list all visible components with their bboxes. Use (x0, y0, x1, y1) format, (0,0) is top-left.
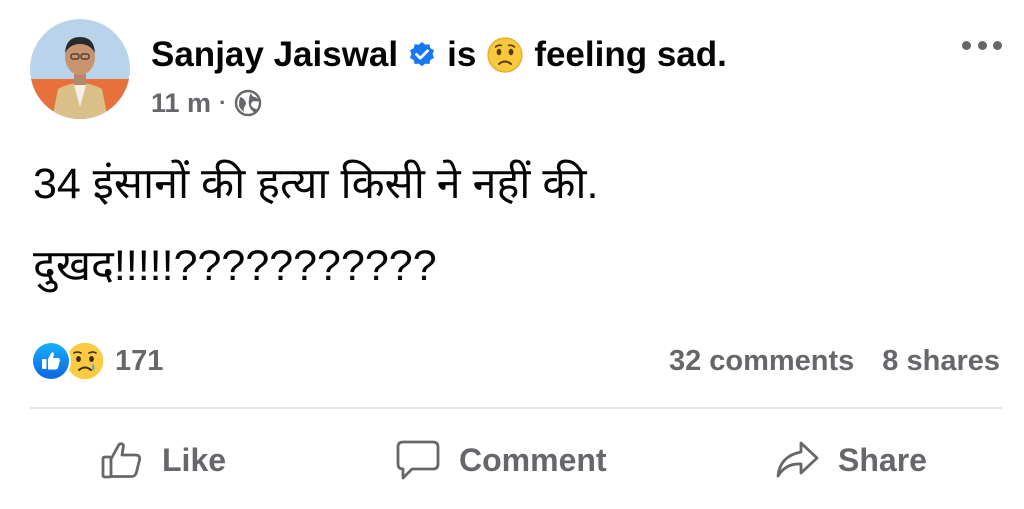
post-text-line: 34 इंसानों की हत्या किसी ने नहीं की. (33, 160, 599, 208)
comment-label: Comment (459, 441, 607, 478)
reaction-count: 171 (115, 344, 164, 377)
share-button[interactable]: Share (774, 430, 927, 490)
share-arrow-icon (774, 438, 820, 482)
post-timestamp[interactable]: 11 m (151, 88, 211, 119)
post-meta: 11 m · (151, 86, 262, 120)
sad-face-icon (486, 36, 524, 74)
more-dot (962, 40, 971, 50)
thumbs-up-icon (100, 438, 144, 482)
like-button[interactable]: Like (100, 430, 226, 490)
comments-count[interactable]: 32 comments (669, 345, 854, 378)
like-reaction-icon (31, 341, 71, 381)
comment-button[interactable]: Comment (395, 430, 607, 490)
globe-icon[interactable] (234, 89, 262, 117)
engagement-counts: 32 comments 8 shares (669, 339, 1000, 383)
divider (30, 407, 1002, 409)
status-is-text: is (447, 35, 477, 74)
post-actions: Like Comment Share (0, 430, 1024, 490)
post-text-line: दुखद!!!!!??????????? (33, 242, 437, 290)
shares-count[interactable]: 8 shares (882, 345, 1000, 378)
share-label: Share (838, 441, 927, 478)
avatar-image (30, 19, 130, 119)
meta-separator: · (219, 90, 227, 115)
comment-bubble-icon (395, 438, 441, 482)
more-dot (993, 40, 1002, 50)
feeling-text[interactable]: feeling sad. (534, 35, 727, 75)
more-options-icon[interactable] (960, 34, 1004, 56)
verified-badge-icon (408, 41, 436, 69)
post-text: 34 इंसानों की हत्या किसी ने नहीं की. दुख… (33, 143, 993, 307)
author-name[interactable]: Sanjay Jaiswal (151, 35, 398, 75)
more-dot (977, 40, 987, 50)
sad-reaction-icon (65, 341, 105, 381)
post-header: Sanjay Jaiswal is feeling sad. (151, 33, 727, 77)
author-avatar[interactable] (30, 19, 130, 119)
like-label: Like (162, 441, 227, 478)
reactions-summary[interactable]: 171 (31, 339, 163, 383)
